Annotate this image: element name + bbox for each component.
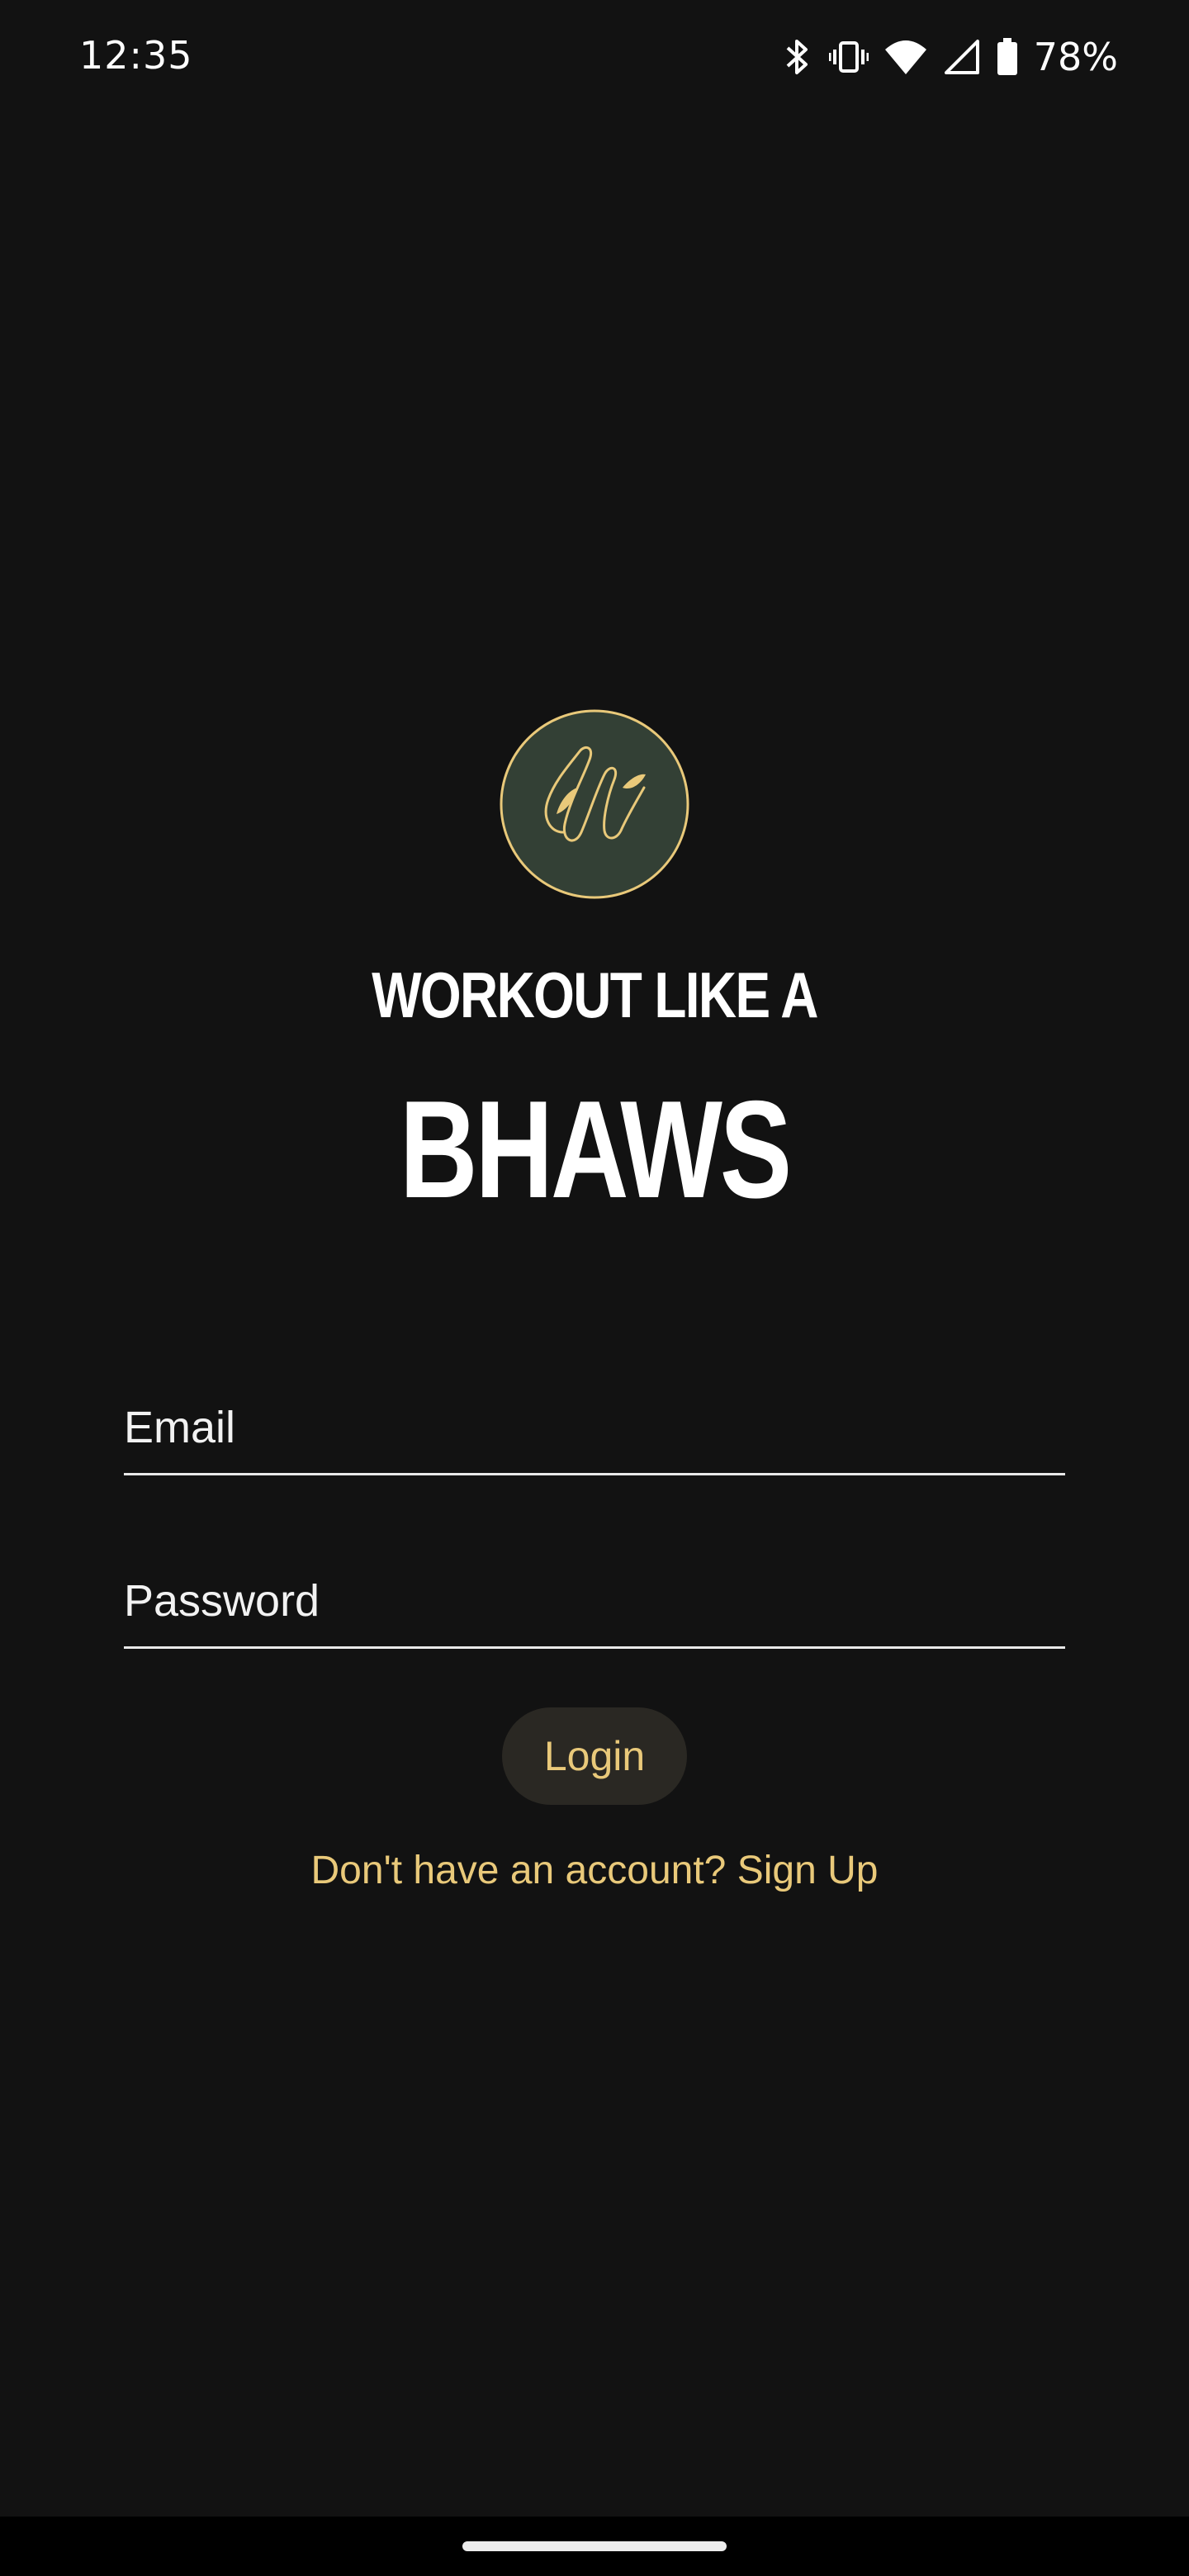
email-input[interactable] [124,1382,1065,1473]
login-button[interactable]: Login [502,1707,687,1805]
signup-link[interactable]: Don't have an account? Sign Up [0,1848,1189,1893]
battery-percentage: 78% [1033,35,1118,79]
status-time: 12:35 [79,33,193,78]
tagline: WORKOUT LIKE A [372,959,818,1031]
status-bar: 12:35 78% [0,0,1189,116]
signal-icon [943,38,981,76]
wifi-icon [883,38,928,76]
bhaws-logo-icon [499,708,690,900]
bluetooth-icon [781,38,814,76]
email-field [124,1382,1065,1475]
vibrate-icon [828,38,869,76]
battery-icon [996,37,1019,77]
password-input[interactable] [124,1556,1065,1646]
status-icons: 78% [781,33,1118,81]
home-indicator[interactable] [462,2541,727,2551]
brand-title: BHAWS [399,1072,792,1227]
password-field [124,1556,1065,1649]
